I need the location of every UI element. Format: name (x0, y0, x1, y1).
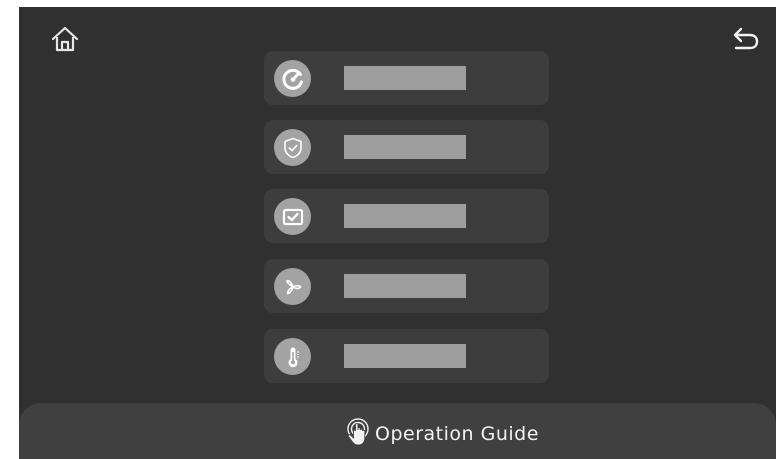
thermometer-icon (288, 347, 299, 367)
menu-item-protection[interactable] (264, 120, 549, 174)
operation-guide-button[interactable]: Operation Guide (344, 417, 539, 451)
menu-item-fan[interactable] (264, 259, 549, 313)
menu-item-check[interactable] (264, 189, 549, 243)
device-screen: Operation Guide (19, 7, 776, 459)
footer-bar: Operation Guide (19, 403, 776, 459)
menu-item-speed[interactable] (264, 51, 549, 105)
menu-item-label (344, 135, 466, 159)
speedometer-icon (281, 68, 303, 90)
home-icon (51, 26, 79, 52)
operation-guide-label: Operation Guide (375, 423, 539, 445)
back-button[interactable] (730, 23, 762, 55)
back-arrow-icon (733, 27, 759, 50)
checkbox-icon (282, 208, 303, 225)
menu-item-label (344, 274, 466, 298)
fan-icon (285, 279, 301, 294)
shield-check-icon (283, 137, 302, 158)
touch-hand-icon (347, 418, 369, 446)
menu-item-label (344, 204, 466, 228)
menu-item-label (344, 344, 466, 368)
menu-item-temperature[interactable] (264, 329, 549, 383)
home-button[interactable] (49, 23, 81, 55)
menu-item-label (344, 66, 466, 90)
